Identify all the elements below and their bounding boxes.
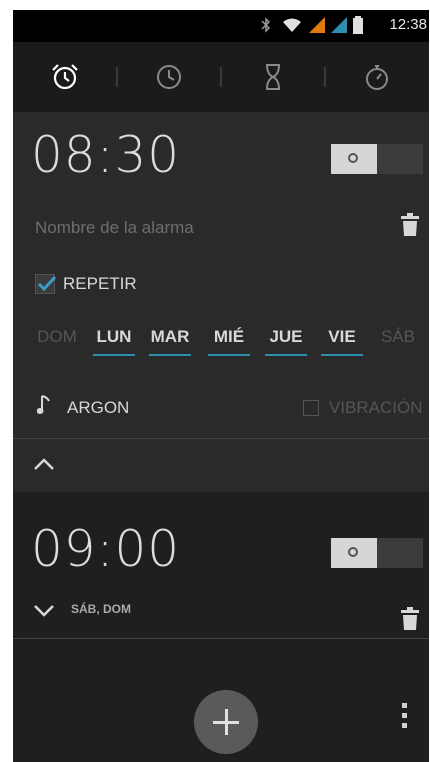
toggle-knob	[331, 538, 377, 568]
alarm-clock-icon	[52, 64, 78, 90]
day-vie[interactable]: VIE	[318, 327, 366, 356]
status-time: 12:38	[389, 16, 427, 33]
signal-icon	[331, 17, 347, 33]
device-screen: 12:38 08:30 Nombre de la alarma REPETIR …	[13, 10, 429, 762]
dot	[402, 713, 407, 718]
alarm-time[interactable]: 09:00	[31, 520, 180, 578]
clock-icon	[157, 65, 181, 89]
divider	[13, 638, 429, 639]
dot	[402, 723, 407, 728]
overflow-menu-icon[interactable]	[402, 703, 408, 733]
alarm-item-collapsed[interactable]: 09:00 SÁB, DOM	[13, 492, 429, 652]
battery-icon	[353, 16, 363, 34]
chevron-down-icon[interactable]	[33, 604, 55, 618]
toggle-knob	[331, 144, 377, 174]
trash-icon[interactable]	[401, 606, 419, 630]
day-jue[interactable]: JUE	[262, 327, 310, 356]
divider	[13, 438, 429, 439]
stopwatch-icon	[366, 65, 388, 90]
day-mar[interactable]: MAR	[146, 327, 194, 356]
alarm-item-expanded: 08:30 Nombre de la alarma REPETIR DOM LU…	[13, 112, 429, 492]
status-bar: 12:38	[13, 10, 429, 42]
day-underline	[149, 354, 191, 356]
vibration-label: VIBRACIÓN	[329, 398, 423, 417]
day-underline	[321, 354, 363, 356]
day-underline	[93, 354, 135, 356]
day-sab[interactable]: SÁB	[374, 327, 422, 347]
alarm-toggle[interactable]	[331, 144, 423, 174]
signal-icon	[309, 17, 325, 33]
tab-alarm[interactable]	[13, 42, 117, 112]
day-underline	[265, 354, 307, 356]
tab-timer[interactable]	[221, 42, 325, 112]
checkmark-icon	[37, 275, 57, 292]
day-lun[interactable]: LUN	[90, 327, 138, 356]
day-dom[interactable]: DOM	[33, 327, 81, 347]
chevron-up-icon[interactable]	[33, 457, 55, 471]
tab-stopwatch[interactable]	[325, 42, 429, 112]
repeat-label: REPETIR	[63, 274, 137, 293]
trash-icon[interactable]	[401, 212, 419, 236]
repeat-checkbox[interactable]	[35, 274, 57, 294]
alarm-toggle[interactable]	[331, 538, 423, 568]
vibration-checkbox[interactable]	[303, 400, 319, 416]
dot	[402, 703, 407, 708]
ringtone-selector[interactable]: ARGON	[67, 398, 129, 418]
music-note-icon	[37, 395, 50, 414]
tab-clock[interactable]	[117, 42, 221, 112]
alarm-name-field[interactable]: Nombre de la alarma	[35, 218, 194, 238]
day-underline	[208, 354, 250, 356]
wifi-icon	[283, 18, 301, 32]
weekday-selector: DOM LUN MAR MIÉ JUE VIE SÁB	[13, 327, 429, 363]
tab-bar	[13, 42, 429, 112]
alarm-time[interactable]: 08:30	[31, 126, 180, 184]
day-mie[interactable]: MIÉ	[205, 327, 253, 356]
add-alarm-button[interactable]	[194, 690, 258, 754]
bluetooth-icon	[261, 17, 271, 33]
repeat-days-summary: SÁB, DOM	[71, 602, 131, 616]
hourglass-icon	[266, 64, 280, 90]
